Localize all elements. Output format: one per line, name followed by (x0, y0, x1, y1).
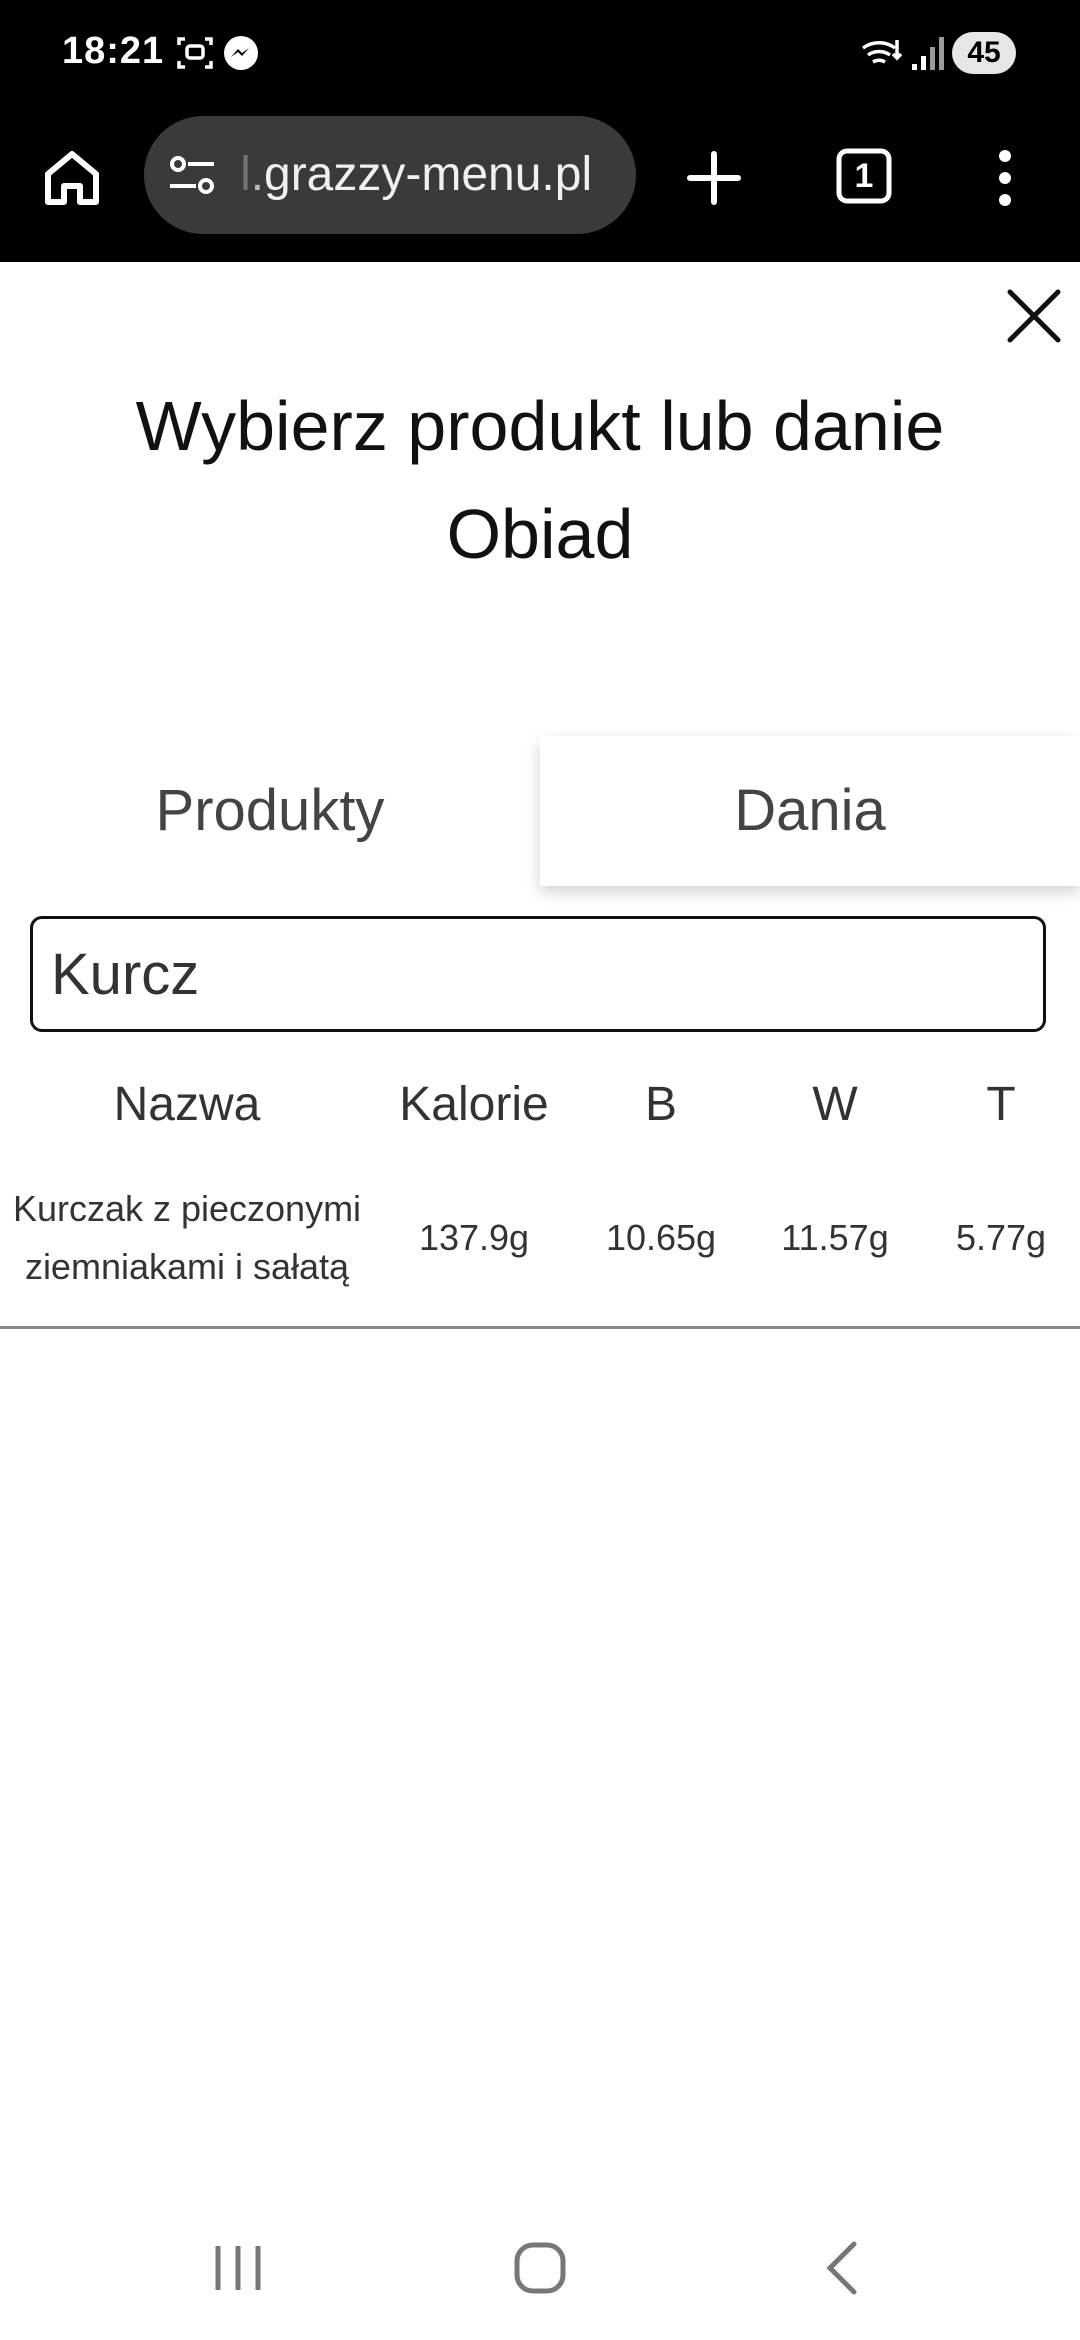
url-text: l.grazzy-menu.pl (240, 148, 593, 201)
cell-name: Kurczak z pieczonymi ziemniakami i sałat… (12, 1188, 362, 1287)
close-icon (1007, 289, 1061, 343)
home-icon[interactable] (40, 146, 104, 215)
url-bar[interactable]: l.grazzy-menu.pl (144, 116, 636, 234)
back-icon[interactable] (820, 2240, 864, 2301)
title-line-1: Wybierz produkt lub danie (135, 387, 945, 465)
col-header-t: T (986, 1078, 1016, 1131)
search-input[interactable] (49, 919, 1033, 1029)
recent-apps-icon[interactable] (212, 2240, 264, 2301)
col-header-w: W (812, 1078, 858, 1131)
messenger-icon (222, 34, 260, 77)
signal-icon (912, 34, 944, 77)
home-nav-icon[interactable] (512, 2240, 568, 2301)
wifi-icon (860, 34, 904, 79)
navigation-bar (0, 2220, 1080, 2340)
col-header-kalorie: Kalorie (399, 1078, 549, 1131)
col-header-name: Nazwa (113, 1078, 261, 1131)
browser-toolbar: l.grazzy-menu.pl 1 (0, 110, 1080, 262)
screenshot-icon (176, 34, 214, 77)
close-button[interactable] (1000, 282, 1068, 350)
new-tab-icon[interactable] (684, 148, 744, 213)
table-header: Nazwa Kalorie B W T (0, 1070, 1080, 1140)
table-row[interactable]: Kurczak z pieczonymi ziemniakami i sałat… (0, 1150, 1080, 1329)
more-icon[interactable] (990, 146, 1020, 215)
search-field[interactable] (30, 916, 1046, 1032)
cell-kalorie: 137.9g (418, 1217, 530, 1258)
tabs: Produkty Dania (0, 736, 1080, 886)
tabs-icon[interactable]: 1 (834, 146, 894, 206)
cell-w: 11.57g (781, 1217, 889, 1258)
site-settings-icon[interactable] (168, 154, 216, 203)
tab-produkty[interactable]: Produkty (0, 736, 540, 886)
status-time: 18:21 (62, 30, 165, 72)
cell-b: 10.65g (605, 1217, 717, 1258)
cell-t: 5.77g (955, 1217, 1047, 1258)
battery-level: 45 (952, 32, 1016, 74)
tab-count: 1 (854, 157, 874, 195)
page-title: Wybierz produkt lub danie Obiad (0, 372, 1080, 588)
tab-dania[interactable]: Dania (540, 736, 1080, 886)
title-line-2: Obiad (446, 495, 634, 573)
col-header-b: B (644, 1078, 677, 1131)
status-bar: 18:21 45 (0, 0, 1080, 110)
